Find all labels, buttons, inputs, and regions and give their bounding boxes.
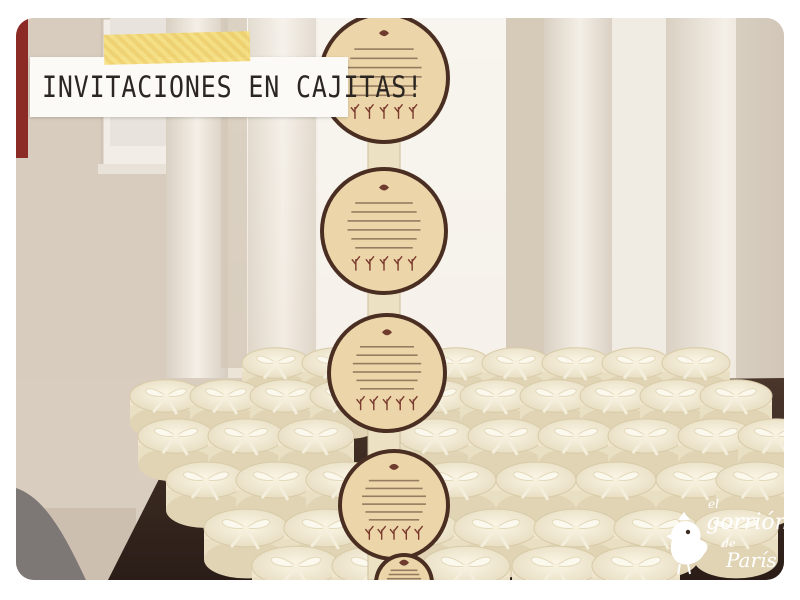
brand-logo: el gorrión de París <box>664 496 784 576</box>
red-object <box>16 18 28 158</box>
logo-text-el: el <box>708 497 719 511</box>
logo-text-gorrion: gorrión <box>706 510 784 535</box>
page-title: INVITACIONES EN CAJITAS! <box>42 70 424 104</box>
invitation-card <box>327 313 447 433</box>
invitation-card <box>320 167 448 295</box>
invitation-card <box>338 449 450 561</box>
logo-text-paris: París <box>726 548 777 572</box>
photo-frame: INVITACIONES EN CAJITAS! el gorrión de P… <box>16 18 784 580</box>
washi-tape <box>103 31 251 65</box>
